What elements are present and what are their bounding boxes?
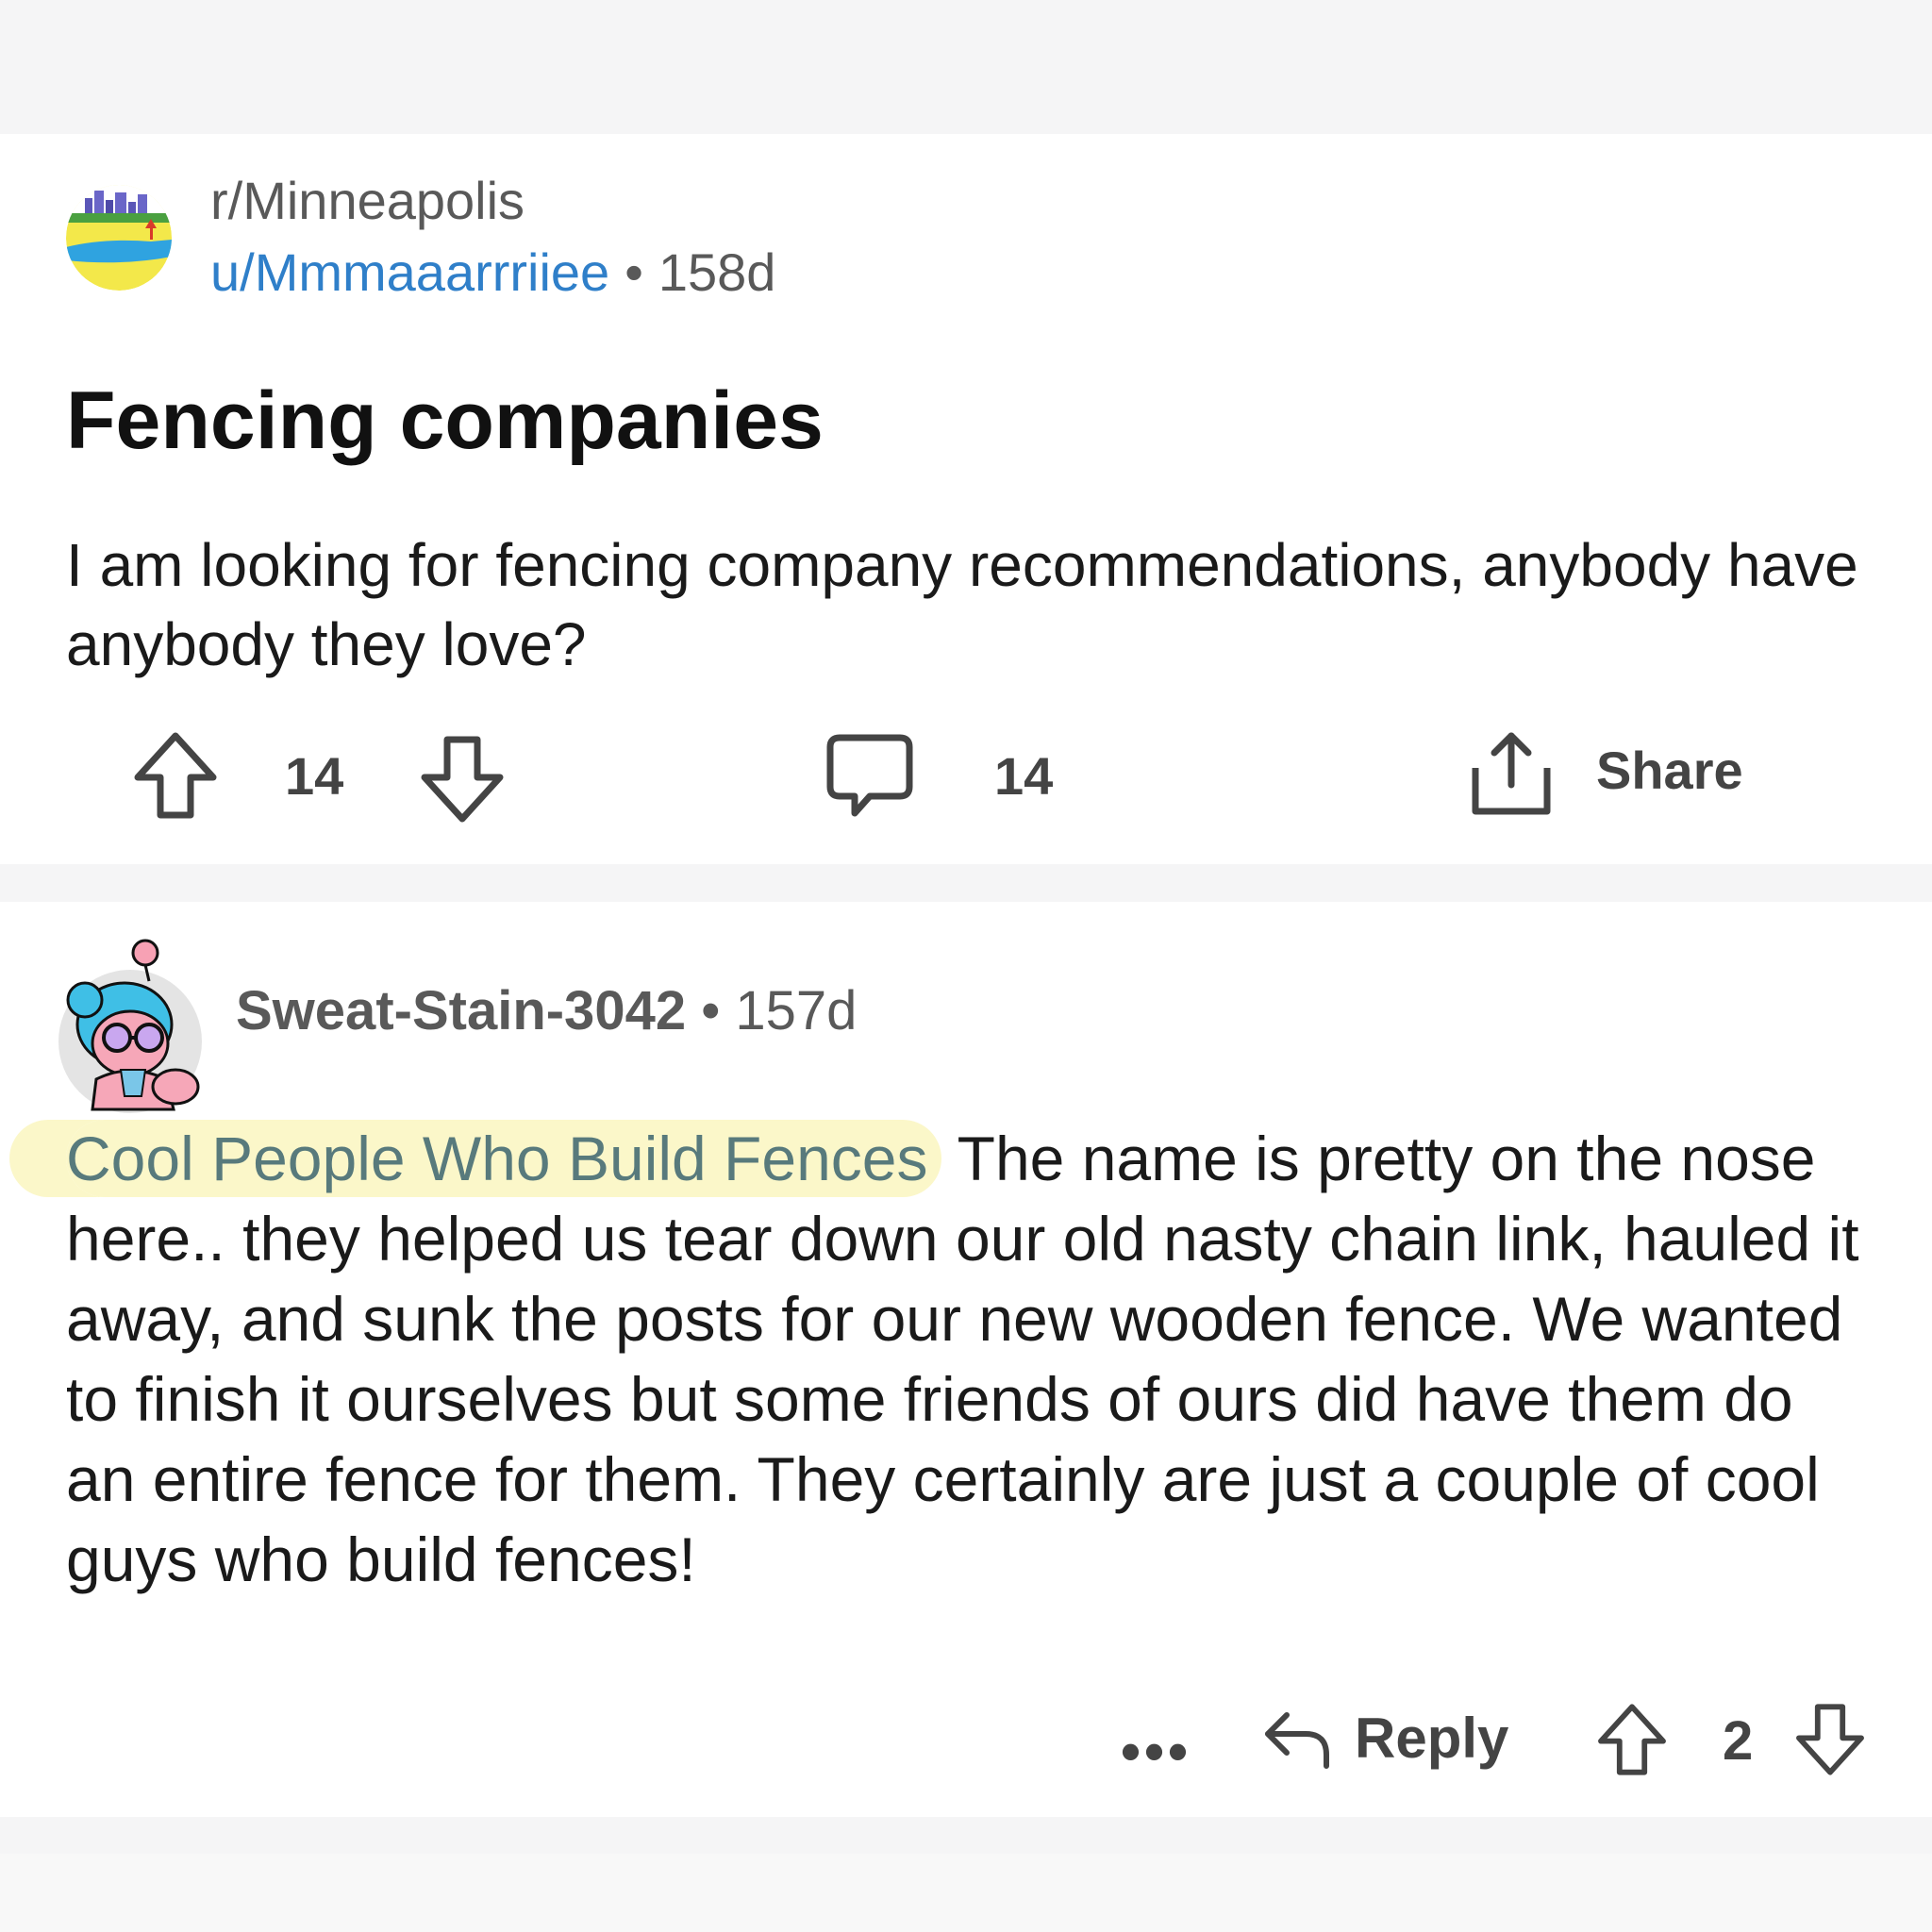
post-body: I am looking for fencing company recomme…: [66, 531, 1858, 678]
next-card-edge: [0, 1854, 1932, 1932]
more-icon: •••: [1121, 1720, 1192, 1783]
post-meta: u/Mmmaaarrriiee • 158d: [210, 242, 775, 303]
downvote-icon: [421, 736, 504, 823]
post-comment-count: 14: [994, 746, 1054, 806]
upvote-icon: [134, 732, 217, 819]
comment-meta-separator: •: [701, 980, 721, 1041]
upvote-button[interactable]: [132, 730, 219, 825]
share-button[interactable]: Share: [1468, 730, 1743, 822]
comment-icon: [826, 734, 913, 817]
comment-body: Cool People Who Build Fences The name is…: [66, 1119, 1877, 1600]
reply-label: Reply: [1355, 1707, 1509, 1770]
downvote-icon: [1796, 1704, 1864, 1775]
more-options-button[interactable]: •••: [1121, 1719, 1191, 1784]
user-avatar[interactable]: [55, 938, 202, 1117]
share-icon: [1472, 732, 1551, 815]
comment-vote-count: 2: [1723, 1710, 1754, 1772]
subreddit-name[interactable]: r/Minneapolis: [210, 170, 525, 231]
post-vote-count: 14: [285, 746, 344, 806]
downvote-button[interactable]: [419, 734, 506, 829]
subreddit-avatar[interactable]: [66, 185, 172, 291]
comments-button[interactable]: [826, 732, 913, 827]
post-card: r/Minneapolis u/Mmmaaarrriiee • 158d Fenci…: [0, 134, 1932, 864]
comment-upvote-button[interactable]: [1596, 1702, 1668, 1782]
comment-age: 157d: [735, 980, 858, 1041]
comment-author[interactable]: Sweat-Stain-3042: [236, 980, 686, 1041]
reply-icon: [1265, 1712, 1329, 1769]
share-label: Share: [1596, 741, 1743, 800]
reply-button[interactable]: Reply: [1262, 1706, 1508, 1776]
upvote-icon: [1598, 1704, 1666, 1775]
comment-link[interactable]: Cool People Who Build Fences: [66, 1120, 941, 1197]
post-age: 158d: [658, 242, 776, 302]
post-title[interactable]: Fencing companies: [66, 375, 824, 468]
comment-card: Sweat-Stain-3042 • 157d Cool People Who Bu…: [0, 902, 1932, 1817]
meta-separator: •: [625, 242, 643, 302]
comment-downvote-button[interactable]: [1794, 1702, 1866, 1782]
post-author-link[interactable]: u/Mmmaaarrriiee: [210, 242, 609, 302]
comment-meta: Sweat-Stain-3042 • 157d: [236, 979, 857, 1042]
